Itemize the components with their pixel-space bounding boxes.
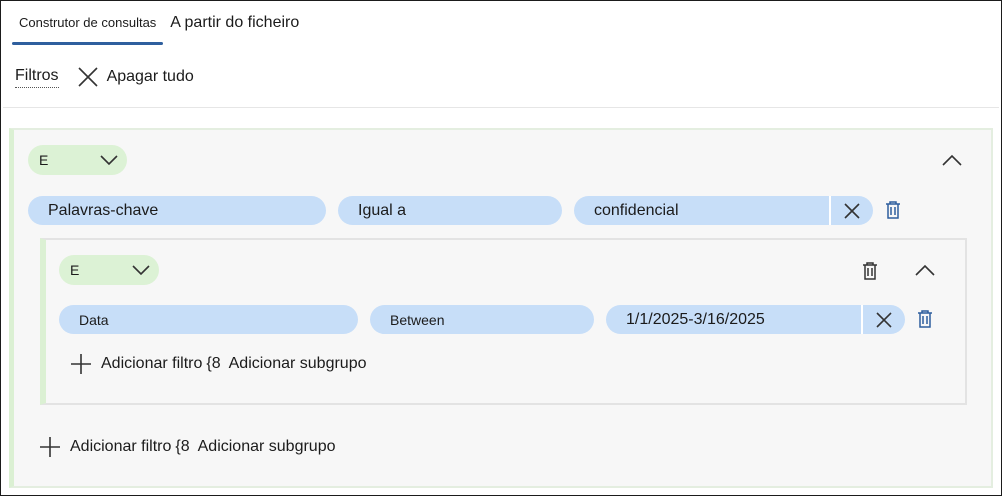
close-icon [844, 202, 860, 219]
outer-add-filter-button[interactable]: Adicionar filtro [70, 438, 171, 456]
inner-value-field[interactable]: 1/1/2025-3/16/2025 [606, 305, 905, 334]
tab-query-builder[interactable]: Construtor de consultas [12, 10, 164, 46]
chevron-down-icon [132, 265, 150, 276]
filters-toolbar: Filtros Apagar tudo [15, 65, 194, 88]
outer-comparison-dropdown[interactable]: Igual a [338, 196, 562, 225]
chevron-up-icon[interactable] [941, 150, 963, 172]
close-icon [77, 66, 98, 87]
query-builder-panel: Construtor de consultas A partir do fich… [0, 0, 1002, 496]
plus-icon [40, 437, 60, 457]
filters-label[interactable]: Filtros [15, 65, 59, 88]
outer-value-text: confidencial [594, 201, 679, 219]
outer-field-dropdown[interactable]: Palavras-chave [28, 196, 326, 225]
chevron-up-icon[interactable] [914, 260, 936, 282]
inner-field-dropdown[interactable]: Data [59, 305, 358, 334]
inner-add-row: Adicionar filtro {8 Adicionar subgrupo [70, 353, 367, 375]
subgroup-icon: {8 [206, 355, 221, 372]
inner-value-clear-button[interactable] [861, 305, 905, 334]
tab-bar: Construtor de consultas A partir do fich… [12, 10, 306, 46]
trash-icon[interactable] [914, 308, 936, 330]
outer-add-subgroup-button[interactable]: Adicionar subgrupo [198, 438, 336, 456]
outer-operator-value: E [39, 152, 49, 168]
trash-icon[interactable] [882, 199, 904, 221]
outer-value-clear-button[interactable] [829, 196, 873, 225]
inner-operator-dropdown[interactable]: E [59, 255, 159, 285]
outer-operator-dropdown[interactable]: E [28, 145, 127, 175]
clear-all-button[interactable]: Apagar tudo [77, 66, 194, 88]
trash-icon[interactable] [859, 260, 881, 282]
clear-all-label: Apagar tudo [106, 67, 194, 85]
inner-comparison-dropdown[interactable]: Between [370, 305, 594, 334]
plus-icon [71, 354, 91, 374]
inner-add-subgroup-button[interactable]: Adicionar subgrupo [229, 355, 367, 373]
subgroup-icon: {8 [175, 438, 190, 455]
inner-value-text: 1/1/2025-3/16/2025 [626, 310, 765, 328]
outer-value-field[interactable]: confidencial [574, 196, 873, 225]
toolbar-divider [3, 107, 999, 108]
inner-operator-value: E [70, 262, 80, 278]
close-icon [876, 311, 892, 328]
chevron-down-icon [100, 155, 118, 166]
outer-add-row: Adicionar filtro {8 Adicionar subgrupo [39, 436, 336, 458]
tab-from-file[interactable]: A partir do ficheiro [163, 10, 306, 46]
inner-add-filter-button[interactable]: Adicionar filtro [101, 355, 202, 373]
